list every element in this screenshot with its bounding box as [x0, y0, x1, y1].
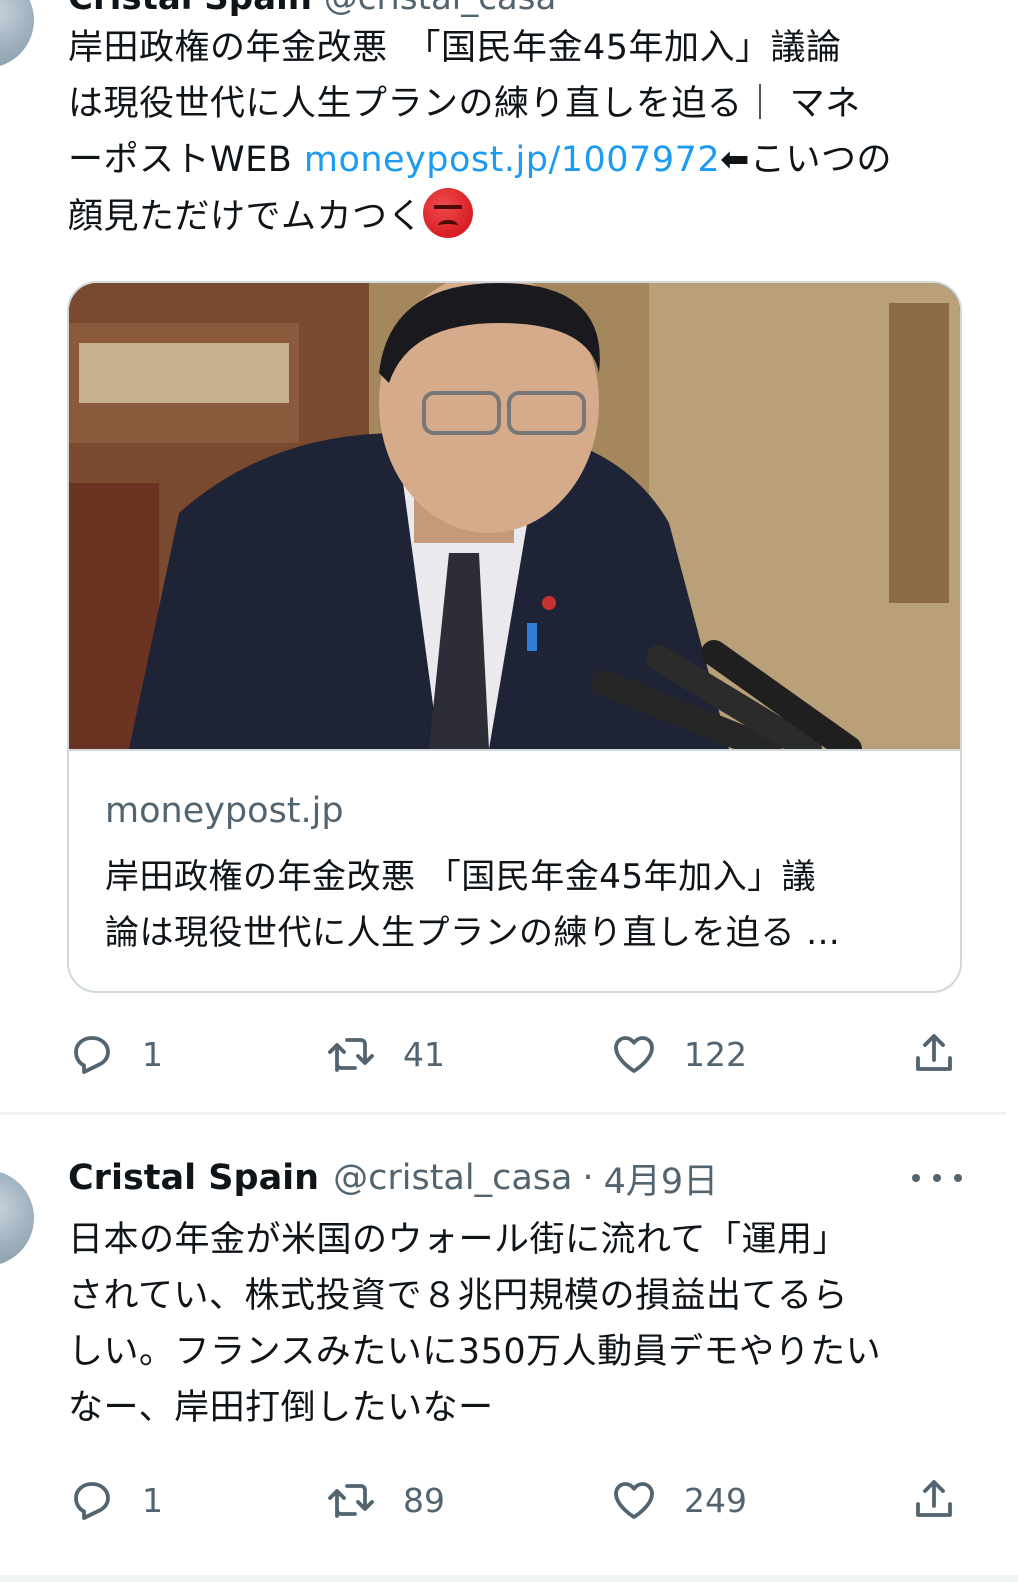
tweet-text-segment: 顔見ただけでムカつく [68, 197, 424, 237]
card-domain: moneypost.jp [105, 791, 344, 831]
user-handle[interactable]: @cristal_casa [333, 1158, 572, 1198]
tweet-text-line: は現役世代に人生プランの練り直しを迫る｜ マネ [68, 84, 861, 124]
tweet-text-line: ーポストWEB moneypost.jp/1007972⬅こいつの [68, 132, 968, 188]
retweet-button[interactable]: 41 [325, 1024, 445, 1084]
like-count: 249 [684, 1480, 747, 1520]
card-title-line: 岸田政権の年金改悪 「国民年金45年加入」議 [105, 857, 817, 897]
card-photo [69, 283, 960, 749]
like-button[interactable]: 122 [610, 1024, 747, 1084]
display-name[interactable]: Cristal Spain [68, 1158, 319, 1198]
share-button[interactable] [910, 1470, 958, 1530]
display-name[interactable]: Cristal Spain [68, 0, 312, 18]
card-divider [69, 749, 960, 751]
tweet-text-segment: ⬅こいつの [720, 140, 892, 180]
tweet-link[interactable]: moneypost.jp/1007972 [304, 140, 720, 180]
tweet-text-line: されてい、株式投資で８兆円規模の損益出てるら [68, 1276, 848, 1316]
more-dot [933, 1174, 941, 1182]
share-icon [916, 1034, 952, 1071]
retweet-icon [328, 1038, 374, 1072]
tweet-divider [0, 1112, 1006, 1115]
tweet-header-partial: Cristal Spain @cristal_casa [68, 0, 556, 18]
like-button[interactable]: 249 [610, 1470, 747, 1530]
card-title-line: 論は現役世代に人生プランの練り直しを迫る ... [105, 913, 841, 953]
reply-icon [74, 1036, 110, 1074]
heart-icon [614, 1036, 654, 1073]
retweet-icon [328, 1484, 374, 1518]
share-icon [916, 1480, 952, 1517]
tweet-text-segment: ーポストWEB [68, 140, 304, 180]
header-separator: · [582, 1158, 594, 1198]
tweet-actions: 1 89 249 [0, 1470, 1018, 1530]
tweet-text-line: しい。フランスみたいに350万人動員デモやりたい [68, 1332, 882, 1372]
tweet-text-line: なー、岸田打倒したいなー [68, 1388, 494, 1428]
tweet-actions: 1 41 122 [0, 1024, 1018, 1084]
link-preview-card[interactable]: moneypost.jp 岸田政権の年金改悪 「国民年金45年加入」議 論は現役… [67, 281, 962, 993]
reply-count: 1 [142, 1480, 163, 1520]
angry-face-icon [423, 188, 474, 238]
more-dot [954, 1174, 962, 1182]
tweet-text-line: 岸田政権の年金改悪 「国民年金45年加入」議論 [68, 28, 842, 68]
user-handle[interactable]: @cristal_casa [324, 0, 557, 18]
tweet-text: 岸田政権の年金改悪 「国民年金45年加入」議論 は現役世代に人生プランの練り直し… [68, 20, 968, 245]
reply-button[interactable]: 1 [68, 1024, 163, 1084]
tweet-date[interactable]: 4月9日 [604, 1153, 719, 1204]
tweet-divider [0, 1575, 1018, 1582]
reply-button[interactable]: 1 [68, 1470, 163, 1530]
reply-icon [74, 1482, 110, 1520]
retweet-count: 89 [403, 1480, 445, 1520]
avatar[interactable] [0, 0, 34, 68]
timeline: Cristal Spain @cristal_casa 岸田政権の年金改悪 「国… [0, 0, 1018, 1582]
tweet-text: 日本の年金が米国のウォール街に流れて「運用」 されてい、株式投資で８兆円規模の損… [68, 1212, 968, 1436]
avatar[interactable] [0, 1170, 34, 1266]
retweet-count: 41 [403, 1034, 445, 1074]
tweet-header: Cristal Spain @cristal_casa · 4月9日 [68, 1150, 718, 1206]
heart-icon [614, 1482, 654, 1519]
more-dot [912, 1174, 920, 1182]
reply-count: 1 [142, 1034, 163, 1074]
more-options-icon[interactable] [912, 1160, 962, 1196]
share-button[interactable] [910, 1024, 958, 1084]
card-image [69, 283, 960, 749]
tweet-text-line: 顔見ただけでムカつく [68, 188, 968, 245]
like-count: 122 [684, 1034, 747, 1074]
tweet-text-line: 日本の年金が米国のウォール街に流れて「運用」 [68, 1220, 848, 1260]
retweet-button[interactable]: 89 [325, 1470, 445, 1530]
card-title: 岸田政権の年金改悪 「国民年金45年加入」議 論は現役世代に人生プランの練り直し… [105, 849, 935, 961]
